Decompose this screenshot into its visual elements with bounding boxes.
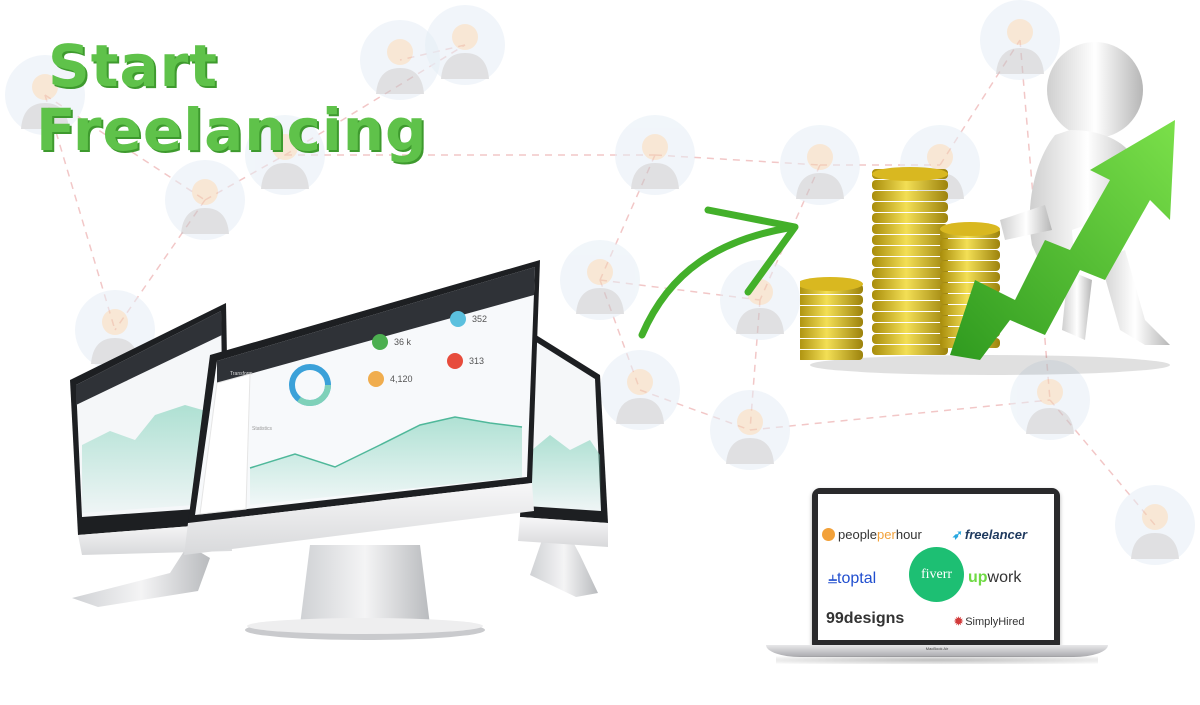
coin [872, 268, 948, 278]
coin-top [872, 167, 948, 181]
person-avatar-icon [615, 115, 695, 195]
coin [872, 290, 948, 300]
coin [872, 334, 948, 344]
coin [872, 191, 948, 201]
coin [800, 317, 863, 327]
coin [800, 295, 863, 305]
coin [800, 328, 863, 338]
coin [872, 279, 948, 289]
stat-value: 36 k [394, 337, 412, 347]
coin [872, 301, 948, 311]
chart-label: Statistics [252, 426, 273, 432]
toptal-icon: ⫨ [828, 570, 838, 587]
stat-value: 313 [469, 356, 484, 366]
coin [940, 250, 1000, 260]
monitors-illustration: 36 k 352 4,120 313 Transform Statistics [70, 260, 608, 640]
person-avatar-icon [1115, 485, 1195, 565]
peopleperhour-logo[interactable]: peopleperhour [822, 527, 922, 542]
stat-value: 352 [472, 314, 487, 324]
peopleperhour-icon [822, 528, 835, 541]
laptop-screen: peopleperhour ➶ freelancer ⫨toptal fiverr… [818, 494, 1054, 640]
coin [872, 345, 948, 355]
coin-top [940, 222, 1000, 236]
coin [872, 257, 948, 267]
headline-line-1: Start [48, 32, 218, 100]
curved-arrow-icon [638, 206, 799, 339]
headline-line-2: Freelancing [36, 96, 428, 164]
person-avatar-icon [165, 160, 245, 240]
coin [872, 213, 948, 223]
toptal-logo[interactable]: ⫨toptal [828, 570, 876, 588]
laptop-model-label: MacBook Air [925, 646, 949, 651]
coin [872, 246, 948, 256]
coin [872, 312, 948, 322]
coin-top [800, 277, 863, 291]
laptop: peopleperhour ➶ freelancer ⫨toptal fiverr… [766, 488, 1108, 670]
headline: Start Freelancing [36, 34, 428, 162]
fiverr-logo[interactable]: fiverr [909, 547, 964, 602]
center-monitor [184, 260, 540, 555]
coin [940, 239, 1000, 249]
center-monitor-stand [245, 545, 485, 640]
coin [800, 339, 863, 349]
coin [872, 323, 948, 333]
stat-value: 4,120 [390, 374, 413, 384]
simplyhired-icon: ✹ [954, 616, 964, 628]
freelancer-bird-icon: ➶ [952, 527, 963, 542]
coin [872, 235, 948, 245]
network-connection-line [749, 399, 1051, 431]
coin [872, 202, 948, 212]
coin [940, 261, 1000, 271]
laptop-shadow [776, 656, 1098, 664]
dashboard-title: Transform [230, 371, 253, 377]
freelancer-logo[interactable]: ➶ freelancer [952, 527, 1027, 543]
person-avatar-icon [710, 390, 790, 470]
laptop-lid: peopleperhour ➶ freelancer ⫨toptal fiverr… [812, 488, 1060, 646]
99designs-logo[interactable]: 99designs [826, 610, 904, 628]
coin [800, 350, 863, 360]
coin [872, 224, 948, 234]
coin [940, 272, 1000, 282]
upwork-logo[interactable]: upwork [968, 569, 1021, 587]
simplyhired-logo[interactable]: ✹ SimplyHired [954, 615, 1025, 628]
coin [872, 180, 948, 190]
coin [800, 306, 863, 316]
coins-and-figure-illustration [800, 42, 1175, 375]
